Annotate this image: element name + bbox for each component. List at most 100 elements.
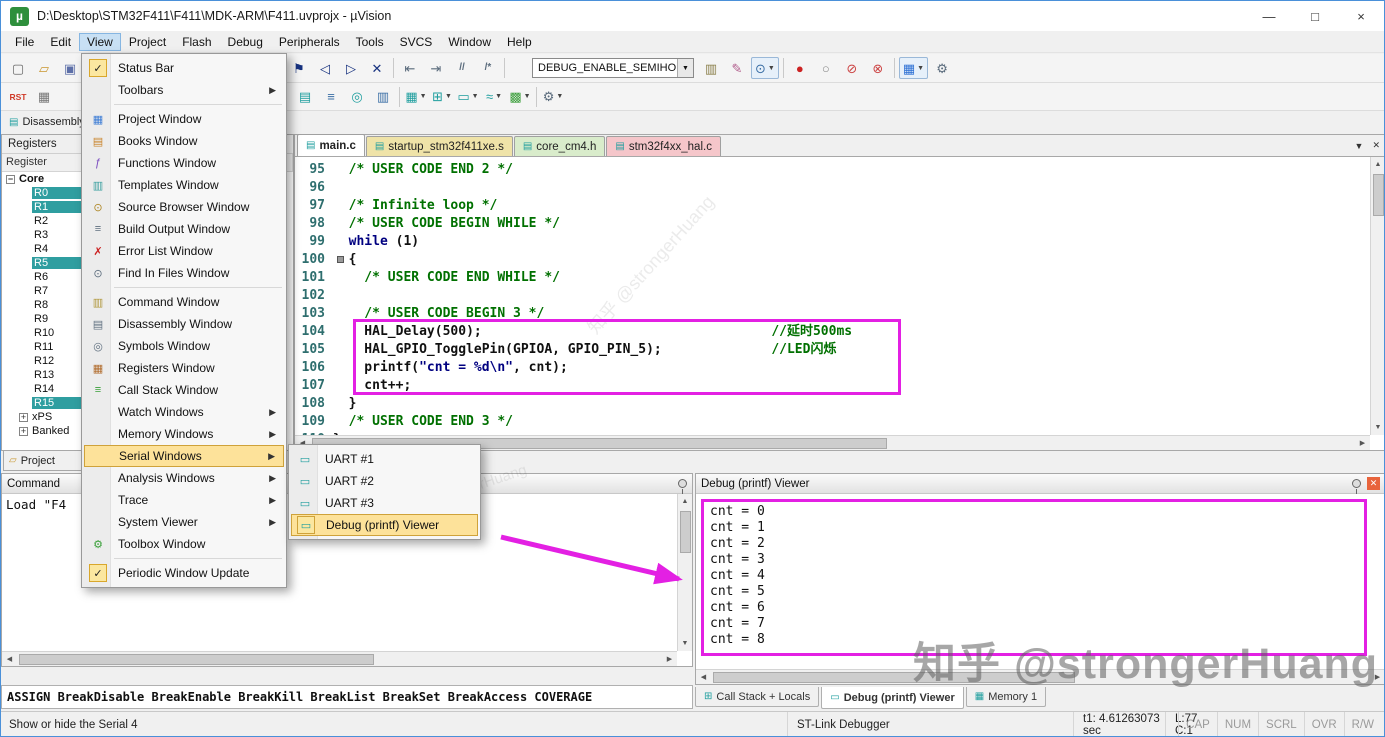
code-line-96[interactable]: 96 [295,179,1370,197]
system-viewer-icon[interactable]: ▩▼ [508,86,532,108]
scroll-left-icon[interactable]: ◀ [696,670,711,685]
menu-window[interactable]: Window [440,33,499,51]
tab-list-dropdown-icon[interactable]: ▼ [1355,141,1364,151]
scroll-right-icon[interactable]: ▶ [1370,670,1385,685]
pin-icon[interactable] [1352,479,1361,488]
pin-icon[interactable] [678,479,687,488]
debug-settings-icon[interactable]: ⚙▼ [541,86,565,108]
menu-item-call-stack-window[interactable]: ≡Call Stack Window [84,379,284,401]
scroll-right-icon[interactable]: ▶ [662,652,677,667]
menu-item-periodic-window-update[interactable]: ✓Periodic Window Update [84,562,284,584]
menu-item-project-window[interactable]: ▦Project Window [84,108,284,130]
code-area[interactable]: 95 /* USER CODE END 2 */9697 /* Infinite… [295,157,1370,435]
scroll-up-icon[interactable]: ▲ [1371,157,1385,172]
menu-item-analysis-windows[interactable]: Analysis Windows▶ [84,467,284,489]
menu-flash[interactable]: Flash [174,33,219,51]
maximize-button[interactable]: □ [1292,1,1338,31]
close-file-icon[interactable]: ✕ [1372,140,1380,151]
memory-windows-icon[interactable]: ▦▼ [404,86,428,108]
scroll-up-icon[interactable]: ▲ [678,494,693,509]
code-line-98[interactable]: 98 /* USER CODE BEGIN WHILE */ [295,215,1370,233]
menu-help[interactable]: Help [499,33,540,51]
close-button[interactable]: × [1338,1,1384,31]
expand-icon[interactable]: + [19,413,28,422]
menu-item-disassembly-window[interactable]: ▤Disassembly Window [84,313,284,335]
registers-toolbar-icon[interactable]: ▦ [32,86,56,108]
menu-item-watch-windows[interactable]: Watch Windows▶ [84,401,284,423]
bookmark-clear-icon[interactable]: ✕ [365,57,389,79]
menu-item-command-window[interactable]: ▥Command Window [84,291,284,313]
menu-item-registers-window[interactable]: ▦Registers Window [84,357,284,379]
bookmark-toggle-icon[interactable]: ⚑ [287,57,311,79]
indent-icon[interactable]: ⇥ [424,57,448,79]
scrollbar-track[interactable] [711,670,1370,684]
analysis-windows-icon[interactable]: ≈▼ [482,86,506,108]
breakpoint-disable-icon[interactable]: ○ [814,57,838,79]
menu-item-serial-windows[interactable]: Serial Windows▶ [84,445,284,467]
menu-peripherals[interactable]: Peripherals [271,33,348,51]
scroll-down-icon[interactable]: ▼ [1371,420,1385,435]
combo-dropdown-icon[interactable]: ▼ [677,59,693,77]
find-in-files-icon[interactable]: ▥ [699,57,723,79]
open-file-icon[interactable]: ▱ [32,57,56,79]
menu-file[interactable]: File [7,33,42,51]
scroll-down-icon[interactable]: ▼ [678,636,693,651]
code-line-103[interactable]: 103 /* USER CODE BEGIN 3 */ [295,305,1370,323]
breakpoint-kill-all-icon[interactable]: ⊗ [866,57,890,79]
menu-item-uart-1[interactable]: ▭UART #1 [291,448,478,470]
breakpoint-toggle-icon[interactable]: ● [788,57,812,79]
code-line-100[interactable]: 100 { [295,251,1370,269]
menu-item-trace[interactable]: Trace▶ [84,489,284,511]
menu-view[interactable]: View [79,33,121,51]
editor-tab-core-cm4-h[interactable]: ▤core_cm4.h [514,136,606,156]
comment-icon[interactable]: // [450,57,474,79]
command-help-bar[interactable]: ASSIGN BreakDisable BreakEnable BreakKil… [1,685,693,709]
code-line-109[interactable]: 109 /* USER CODE END 3 */ [295,413,1370,431]
serial-windows-icon[interactable]: ▭▼ [456,86,480,108]
panel-tab-memory-1[interactable]: ▦Memory 1 [966,687,1046,707]
minimize-button[interactable]: — [1246,1,1292,31]
scroll-left-icon[interactable]: ◀ [2,652,17,667]
project-dock-tab[interactable]: ▱ Project [3,451,87,471]
menu-item-books-window[interactable]: ▤Books Window [84,130,284,152]
menu-item-toolbars[interactable]: Toolbars▶ [84,79,284,101]
bookmark-next-icon[interactable]: ▷ [339,57,363,79]
code-line-104[interactable]: 104 HAL_Delay(500); //延时500ms [295,323,1370,341]
close-panel-icon[interactable]: ✕ [1367,477,1380,490]
menu-tools[interactable]: Tools [348,33,392,51]
save-icon[interactable]: ▣ [58,57,82,79]
code-line-95[interactable]: 95 /* USER CODE END 2 */ [295,161,1370,179]
expand-icon[interactable]: + [19,427,28,436]
menu-project[interactable]: Project [121,33,174,51]
code-line-108[interactable]: 108 } [295,395,1370,413]
symbols-window-icon[interactable]: ◎ [345,86,369,108]
menu-item-error-list-window[interactable]: ✗Error List Window [84,240,284,262]
scrollbar-thumb[interactable] [1373,174,1384,216]
menu-item-find-in-files-window[interactable]: ⊙Find In Files Window [84,262,284,284]
scrollbar-thumb[interactable] [713,672,1075,683]
code-line-102[interactable]: 102 [295,287,1370,305]
menu-item-status-bar[interactable]: ✓Status Bar [84,57,284,79]
performance-analyzer-icon[interactable]: ▥ [371,86,395,108]
editor-tab-main-c[interactable]: ▤main.c [297,134,365,156]
command-vertical-scrollbar[interactable]: ▲ ▼ [677,494,692,651]
uncomment-icon[interactable]: /* [476,57,500,79]
menu-item-uart-2[interactable]: ▭UART #2 [291,470,478,492]
command-window-icon[interactable]: ▤ [293,86,317,108]
breakpoint-disable-all-icon[interactable]: ⊘ [840,57,864,79]
target-select-combo[interactable]: DEBUG_ENABLE_SEMIHO▼ [532,58,694,78]
menu-item-symbols-window[interactable]: ◎Symbols Window [84,335,284,357]
collapse-icon[interactable]: − [6,175,15,184]
scrollbar-thumb[interactable] [19,654,374,665]
menu-item-memory-windows[interactable]: Memory Windows▶ [84,423,284,445]
menu-item-toolbox-window[interactable]: ⚙Toolbox Window [84,533,284,555]
window-layout-icon[interactable]: ▦▼ [899,57,928,79]
menu-item-source-browser-window[interactable]: ⊙Source Browser Window [84,196,284,218]
new-file-icon[interactable]: ▢ [6,57,30,79]
scroll-right-icon[interactable]: ▶ [1355,436,1370,451]
code-line-105[interactable]: 105 HAL_GPIO_TogglePin(GPIOA, GPIO_PIN_5… [295,341,1370,359]
code-line-106[interactable]: 106 printf("cnt = %d\n", cnt); [295,359,1370,377]
editor-tab-startup-stm32f411xe-s[interactable]: ▤startup_stm32f411xe.s [366,136,513,156]
viewer-horizontal-scrollbar[interactable]: ◀ ▶ [696,669,1385,684]
code-line-97[interactable]: 97 /* Infinite loop */ [295,197,1370,215]
